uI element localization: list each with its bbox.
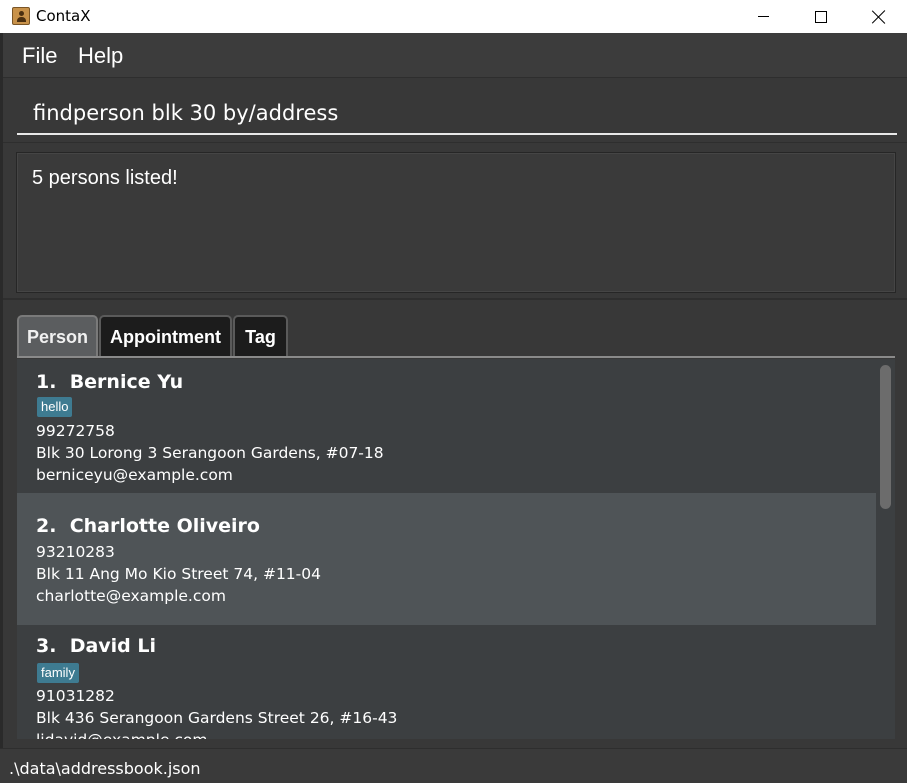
person-address: Blk 30 Lorong 3 Serangoon Gardens, #07-1… bbox=[36, 444, 384, 462]
close-icon bbox=[872, 10, 886, 24]
close-button[interactable] bbox=[850, 0, 907, 33]
maximize-icon bbox=[815, 10, 827, 23]
save-location: .\data\addressbook.json bbox=[9, 759, 201, 778]
tag-list: hello bbox=[37, 397, 73, 417]
person-phone: 99272758 bbox=[36, 422, 115, 440]
list-scrollbar[interactable] bbox=[876, 359, 895, 739]
scrollbar-thumb[interactable] bbox=[880, 365, 891, 509]
person-email: berniceyu@example.com bbox=[36, 466, 233, 484]
person-name-text: Bernice Yu bbox=[69, 371, 184, 393]
person-card[interactable]: 1. Bernice Yu hello 99272758 Blk 30 Loro… bbox=[17, 359, 876, 493]
maximize-button[interactable] bbox=[792, 0, 850, 33]
tab-pane: Person Appointment Tag 1. Bernice Yu hel… bbox=[3, 301, 907, 748]
person-phone: 93210283 bbox=[36, 543, 115, 561]
person-card[interactable]: 3. David Li family 91031282 Blk 436 Sera… bbox=[17, 625, 876, 739]
tab-tag[interactable]: Tag bbox=[233, 315, 288, 357]
menu-file[interactable]: File bbox=[22, 43, 57, 69]
tag-list: family bbox=[37, 663, 79, 683]
tag-badge: family bbox=[37, 663, 79, 683]
window-title: ContaX bbox=[36, 7, 91, 25]
menu-help[interactable]: Help bbox=[78, 43, 123, 69]
contact-book-icon bbox=[12, 7, 30, 25]
person-card-selected[interactable]: 2. Charlotte Oliveiro 93210283 Blk 11 An… bbox=[17, 493, 876, 625]
person-name-text: David Li bbox=[69, 635, 157, 657]
person-phone: 91031282 bbox=[36, 687, 115, 705]
person-address: Blk 11 Ang Mo Kio Street 74, #11-04 bbox=[36, 565, 321, 583]
person-index: 3. bbox=[36, 635, 57, 657]
person-name: 1. Bernice Yu bbox=[36, 371, 183, 393]
minimize-icon bbox=[757, 16, 769, 17]
tag-badge: hello bbox=[37, 397, 73, 417]
person-list: 1. Bernice Yu hello 99272758 Blk 30 Loro… bbox=[17, 359, 876, 739]
person-email: charlotte@example.com bbox=[36, 587, 226, 605]
tab-divider bbox=[17, 356, 895, 358]
minimize-button[interactable] bbox=[734, 0, 792, 33]
status-bar: .\data\addressbook.json bbox=[0, 748, 907, 783]
person-email: lidavid@example.com bbox=[36, 731, 208, 739]
tab-person[interactable]: Person bbox=[17, 315, 98, 357]
person-name: 3. David Li bbox=[36, 635, 156, 657]
result-message: 5 persons listed! bbox=[32, 167, 178, 189]
person-name-text: Charlotte Oliveiro bbox=[69, 515, 260, 537]
person-index: 2. bbox=[36, 515, 57, 537]
tab-appointment[interactable]: Appointment bbox=[99, 315, 232, 357]
command-box bbox=[3, 79, 907, 143]
menu-bar: File Help bbox=[3, 33, 907, 78]
title-bar: ContaX bbox=[0, 0, 907, 33]
result-display-panel: 5 persons listed! bbox=[3, 144, 907, 300]
person-index: 1. bbox=[36, 371, 57, 393]
result-display[interactable]: 5 persons listed! bbox=[16, 152, 896, 293]
person-address: Blk 436 Serangoon Gardens Street 26, #16… bbox=[36, 709, 398, 727]
person-name: 2. Charlotte Oliveiro bbox=[36, 515, 260, 537]
command-input[interactable] bbox=[17, 93, 897, 135]
